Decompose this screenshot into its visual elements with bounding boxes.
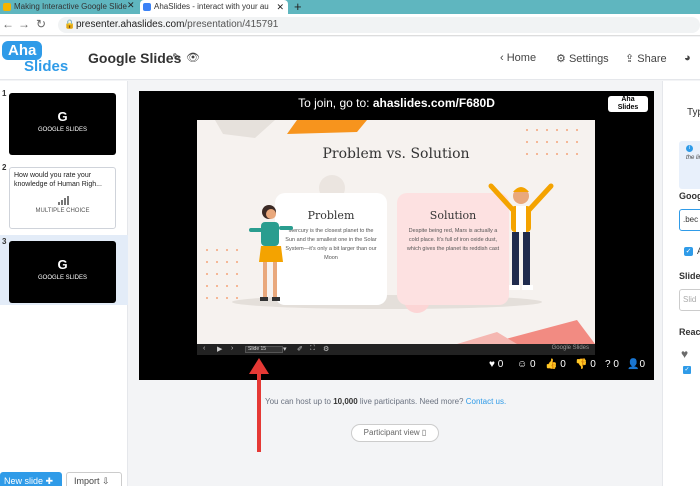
slide-number: 3 — [2, 237, 7, 246]
info-box: i the link — [679, 141, 700, 189]
presentation-stage: To join, go to: ahaslides.com/F680D Aha S… — [139, 91, 654, 380]
question-icon: ? — [605, 359, 611, 370]
preview-eye-icon[interactable]: 👁 — [186, 51, 200, 64]
browser-tab-1[interactable]: Making Interactive Google Slide — [0, 0, 138, 14]
option-checkbox[interactable]: ✓ — [684, 247, 693, 256]
participants-counter: 👤0 — [627, 359, 646, 370]
slide-list-sidebar: 1 G GOOGLE SLIDES 2 How would you rate y… — [0, 81, 128, 486]
slide-type-caption: GOOGLE SLIDES — [37, 275, 88, 281]
google-link-input[interactable]: .bec — [679, 209, 700, 231]
chevron-down-icon[interactable]: ▾ — [283, 345, 287, 353]
previous-slide-icon[interactable]: ‹ — [203, 345, 205, 352]
host-capacity-note: You can host up to 10,000 live participa… — [265, 397, 507, 406]
slide-thumbnail-1[interactable]: 1 G GOOGLE SLIDES — [0, 87, 128, 157]
smile-reaction: ☺ 0 — [517, 359, 536, 370]
slide-preview: G GOOGLE SLIDES — [9, 241, 116, 303]
bar-chart-icon — [58, 195, 72, 205]
thumbs-down-icon: 👎 — [575, 359, 588, 370]
share-link[interactable]: ⇪ Share — [625, 52, 667, 65]
presentation-title[interactable]: Google Slides — [88, 50, 181, 66]
plus-icon: ✚ — [45, 476, 54, 486]
smile-icon: ☺ — [517, 359, 528, 370]
slide-preview: G GOOGLE SLIDES — [9, 93, 116, 155]
browser-tab-2[interactable]: AhaSlides - interact with your au ✕ — [140, 0, 288, 14]
settings-link[interactable]: ⚙ Settings — [556, 52, 609, 65]
slide-number: 2 — [2, 163, 7, 172]
new-tab-button[interactable]: + — [294, 0, 302, 14]
heart-reaction: ♥ 0 — [489, 359, 504, 370]
slide-select[interactable]: Slide 15 — [245, 346, 283, 353]
ahaslides-logo[interactable]: Aha Slides — [2, 41, 72, 77]
new-slide-button[interactable]: New slide ✚ — [0, 472, 62, 486]
heart-icon: ♥ — [489, 359, 495, 370]
import-icon: ⇩ — [102, 476, 110, 486]
google-link-label: Goog — [679, 191, 700, 201]
browser-tab-1-label: Making Interactive Google Slide — [14, 2, 127, 11]
thumbs-up-reaction: 👍 0 — [545, 359, 566, 370]
slide-preview: How would you rate your knowledge of Hum… — [9, 167, 116, 229]
contact-us-link[interactable]: Contact us. — [466, 397, 506, 406]
participant-icon: 👤 — [627, 359, 640, 370]
more-options-icon[interactable]: ◕ — [684, 52, 691, 64]
question-reaction: ? 0 — [605, 359, 619, 370]
edit-pencil-icon[interactable]: ✎ — [172, 51, 181, 64]
slide-type-caption: GOOGLE SLIDES — [37, 127, 88, 133]
slide-settings-panel: Typ i the link Goog .bec ✓ A Slide Slid … — [662, 81, 700, 486]
ahaslides-favicon-icon — [143, 3, 151, 11]
info-icon: i — [686, 145, 693, 152]
slide-title: Problem vs. Solution — [322, 146, 470, 162]
import-button[interactable]: Import ⇩ — [66, 472, 122, 486]
slide-input[interactable]: Slid — [679, 289, 700, 311]
slide-question-text: How would you rate your knowledge of Hum… — [14, 172, 102, 188]
reaction-counters: ♥ 0 ☺ 0 👍 0 👎 0 ? 0 👤0 — [489, 359, 654, 373]
slide-thumbnail-3[interactable]: 3 G GOOGLE SLIDES — [0, 235, 128, 305]
gear-icon: ⚙ — [556, 53, 566, 65]
fullscreen-icon[interactable]: ⛶ — [310, 345, 315, 353]
lock-icon: 🔒 — [64, 19, 76, 29]
slide-type-caption: MULTIPLE CHOICE — [35, 208, 90, 214]
embedded-google-slide[interactable]: Problem vs. Solution Problem Mercury is … — [197, 120, 595, 344]
share-icon: ⇪ — [625, 53, 635, 65]
google-slides-favicon-icon — [3, 3, 11, 11]
stage-ahaslides-logo: Aha Slides — [608, 96, 648, 112]
close-tab-2-icon[interactable]: ✕ — [276, 0, 284, 14]
home-link[interactable]: ‹ Home — [500, 52, 536, 64]
slide-label: Slide — [679, 271, 700, 281]
slide-number: 1 — [2, 89, 7, 98]
woman-illustration — [249, 205, 293, 301]
heart-icon[interactable]: ♥ — [681, 347, 688, 361]
play-icon[interactable]: ▶ — [217, 345, 222, 353]
pointer-icon[interactable]: ✐ — [297, 345, 303, 353]
reload-icon[interactable]: ↻ — [36, 17, 46, 31]
red-annotation-arrow — [249, 358, 269, 452]
slide-thumbnail-2[interactable]: 2 How would you rate your knowledge of H… — [0, 161, 128, 231]
info-text: the link — [686, 155, 700, 161]
url-field[interactable]: 🔒 presenter.ahaslides.com/presentation/4… — [58, 17, 700, 33]
forward-arrow-icon[interactable]: → — [18, 17, 30, 31]
thumbs-up-icon: 👍 — [545, 359, 558, 370]
url-text: presenter.ahaslides.com/presentation/415… — [76, 19, 279, 30]
back-arrow-icon[interactable]: ← — [2, 17, 14, 31]
type-tab[interactable]: Typ — [687, 107, 700, 118]
participant-view-button[interactable]: Participant view ▯ — [351, 424, 439, 442]
next-slide-icon[interactable]: › — [231, 345, 233, 352]
address-bar: ← → ↻ 🔒 presenter.ahaslides.com/presenta… — [0, 14, 700, 36]
google-slides-brand: Google Slides — [551, 345, 589, 351]
reactions-label: Reac — [679, 327, 700, 337]
google-slides-toolbar: ‹ ▶ › Slide 15 ▾ ✐ ⛶ ⚙ Google Slides — [197, 344, 595, 355]
app-header: Aha Slides Google Slides ✎ 👁 ‹ Home ⚙ Se… — [0, 37, 700, 80]
google-g-icon: G — [57, 109, 68, 124]
logo-slides-text: Slides — [24, 58, 69, 75]
thumbs-down-reaction: 👎 0 — [575, 359, 596, 370]
browser-tab-bar: Making Interactive Google Slide ✕ AhaSli… — [0, 0, 700, 14]
join-instructions: To join, go to: ahaslides.com/F680D — [298, 96, 495, 110]
gear-icon[interactable]: ⚙ — [323, 345, 329, 353]
man-illustration — [488, 183, 554, 290]
browser-tab-2-label: AhaSlides - interact with your au — [154, 2, 269, 11]
google-g-icon: G — [57, 257, 68, 272]
reaction-checkbox[interactable]: ✓ — [683, 366, 691, 374]
phone-icon: ▯ — [421, 428, 427, 437]
